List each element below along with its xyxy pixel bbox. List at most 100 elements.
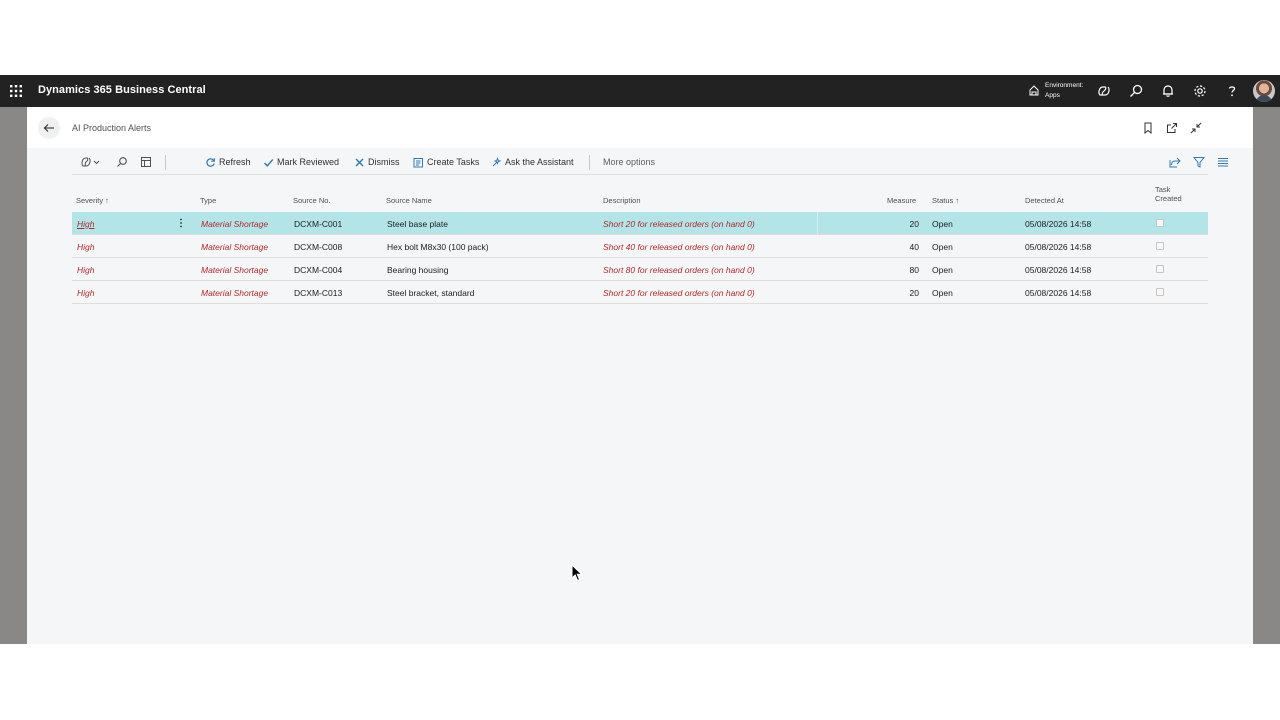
column-divider — [817, 212, 818, 234]
column-header-task-created[interactable]: Task Created — [1155, 185, 1182, 203]
measure-cell: 20 — [909, 219, 919, 229]
collapse-icon[interactable] — [1190, 122, 1202, 134]
source-name-cell: Hex bolt M8x30 (100 pack) — [387, 242, 489, 252]
source-no-cell: DCXM-C008 — [294, 242, 343, 252]
open-new-window-icon[interactable] — [1166, 122, 1178, 134]
share-icon[interactable] — [1169, 156, 1181, 168]
top-navigation-bar: Dynamics 365 Business Central Environmen… — [0, 75, 1280, 107]
settings-gear-icon[interactable] — [1192, 83, 1208, 99]
copilot-icon[interactable] — [1096, 83, 1112, 99]
page-header: AI Production Alerts — [27, 107, 1253, 148]
ask-assistant-label: Ask the Assistant — [505, 157, 574, 167]
severity-cell[interactable]: High — [77, 265, 94, 275]
severity-cell[interactable]: High — [77, 288, 94, 298]
task-created-header-line1: Task — [1155, 185, 1171, 194]
source-no-cell: DCXM-C004 — [294, 265, 343, 275]
description-cell: Short 40 for released orders (on hand 0) — [603, 242, 755, 252]
business-central-window: Dynamics 365 Business Central Environmen… — [0, 75, 1280, 644]
column-header-measure[interactable]: Measure — [887, 196, 916, 205]
sparkle-icon — [492, 156, 502, 166]
type-cell: Material Shortage — [201, 242, 269, 252]
type-cell: Material Shortage — [201, 288, 269, 298]
table-row[interactable]: High Material Shortage DCXM-C001 Steel b… — [72, 212, 1208, 235]
description-cell: Short 20 for released orders (on hand 0) — [603, 288, 755, 298]
source-no-cell: DCXM-C013 — [294, 288, 343, 298]
column-header-detected-at[interactable]: Detected At — [1025, 196, 1064, 205]
mouse-cursor-icon — [571, 564, 583, 582]
status-cell: Open — [932, 242, 953, 252]
column-header-status[interactable]: Status ↑ — [932, 196, 959, 205]
column-header-type[interactable]: Type — [200, 196, 216, 205]
measure-cell: 80 — [909, 265, 919, 275]
copilot-menu-icon[interactable] — [80, 156, 102, 168]
source-name-cell: Steel bracket, standard — [387, 288, 475, 298]
action-bar-divider-line — [72, 174, 1208, 175]
measure-cell: 20 — [909, 288, 919, 298]
severity-cell[interactable]: High — [77, 242, 94, 252]
task-created-checkbox[interactable] — [1156, 288, 1164, 296]
create-tasks-button[interactable]: Create Tasks — [413, 156, 479, 168]
checkmark-icon — [264, 158, 274, 167]
action-bar-divider — [589, 155, 590, 170]
detected-at-cell: 05/08/2026 14:58 — [1025, 242, 1092, 252]
user-avatar[interactable] — [1253, 80, 1275, 102]
action-bar-divider — [165, 155, 166, 170]
detected-at-cell: 05/08/2026 14:58 — [1025, 265, 1092, 275]
environment-label[interactable]: Environment: Apps — [1045, 81, 1083, 101]
back-button[interactable] — [38, 117, 60, 139]
search-icon[interactable] — [1128, 83, 1144, 99]
notifications-bell-icon[interactable] — [1160, 83, 1176, 99]
environment-icon[interactable] — [1027, 84, 1041, 98]
mark-reviewed-button[interactable]: Mark Reviewed — [263, 156, 339, 168]
edit-list-icon[interactable] — [140, 156, 152, 168]
description-cell: Short 80 for released orders (on hand 0) — [603, 265, 755, 275]
refresh-icon — [206, 157, 215, 167]
task-created-checkbox[interactable] — [1156, 219, 1164, 227]
refresh-label: Refresh — [219, 157, 251, 167]
bookmark-icon[interactable] — [1142, 122, 1154, 134]
table-row[interactable]: High Material Shortage DCXM-C004 Bearing… — [72, 258, 1208, 281]
detected-at-cell: 05/08/2026 14:58 — [1025, 219, 1092, 229]
dismiss-label: Dismiss — [368, 157, 400, 167]
severity-cell[interactable]: High — [77, 219, 94, 229]
task-list-icon — [413, 157, 423, 167]
row-actions-icon[interactable] — [178, 217, 184, 229]
measure-cell: 40 — [909, 242, 919, 252]
task-created-header-line2: Created — [1155, 194, 1182, 203]
refresh-button[interactable]: Refresh — [205, 156, 251, 168]
ask-assistant-button[interactable]: Ask the Assistant — [491, 156, 574, 168]
task-created-checkbox[interactable] — [1156, 242, 1164, 250]
task-created-checkbox[interactable] — [1156, 265, 1164, 273]
detected-at-cell: 05/08/2026 14:58 — [1025, 288, 1092, 298]
source-no-cell: DCXM-C001 — [294, 219, 343, 229]
status-cell: Open — [932, 265, 953, 275]
column-header-description[interactable]: Description — [603, 196, 641, 205]
create-tasks-label: Create Tasks — [427, 157, 480, 167]
close-icon — [355, 158, 364, 166]
environment-caption: Environment: — [1045, 82, 1084, 89]
source-name-cell: Bearing housing — [387, 265, 449, 275]
status-cell: Open — [932, 219, 953, 229]
column-header-source-no[interactable]: Source No. — [293, 196, 331, 205]
help-icon[interactable] — [1224, 83, 1240, 99]
status-cell: Open — [932, 288, 953, 298]
column-header-source-name[interactable]: Source Name — [386, 196, 432, 205]
action-bar: Refresh Mark Reviewed Dismiss Create Tas… — [72, 150, 1228, 174]
filter-icon[interactable] — [1193, 156, 1205, 168]
app-launcher-icon[interactable] — [10, 85, 22, 97]
list-view-icon[interactable] — [1217, 156, 1229, 168]
table-row[interactable]: High Material Shortage DCXM-C013 Steel b… — [72, 281, 1208, 304]
list-page: AI Production Alerts Refresh Mark Review… — [27, 107, 1253, 644]
environment-name: Apps — [1045, 92, 1060, 99]
dismiss-button[interactable]: Dismiss — [354, 156, 400, 168]
description-cell: Short 20 for released orders (on hand 0) — [603, 219, 755, 229]
type-cell: Material Shortage — [201, 265, 269, 275]
mark-reviewed-label: Mark Reviewed — [277, 157, 340, 167]
table-row[interactable]: High Material Shortage DCXM-C008 Hex bol… — [72, 235, 1208, 258]
back-arrow-icon — [43, 124, 54, 132]
search-list-icon[interactable] — [116, 156, 128, 168]
more-options-button[interactable]: More options — [603, 156, 655, 168]
source-name-cell: Steel base plate — [387, 219, 448, 229]
app-title[interactable]: Dynamics 365 Business Central — [38, 84, 206, 96]
column-header-severity[interactable]: Severity ↑ — [76, 196, 109, 205]
